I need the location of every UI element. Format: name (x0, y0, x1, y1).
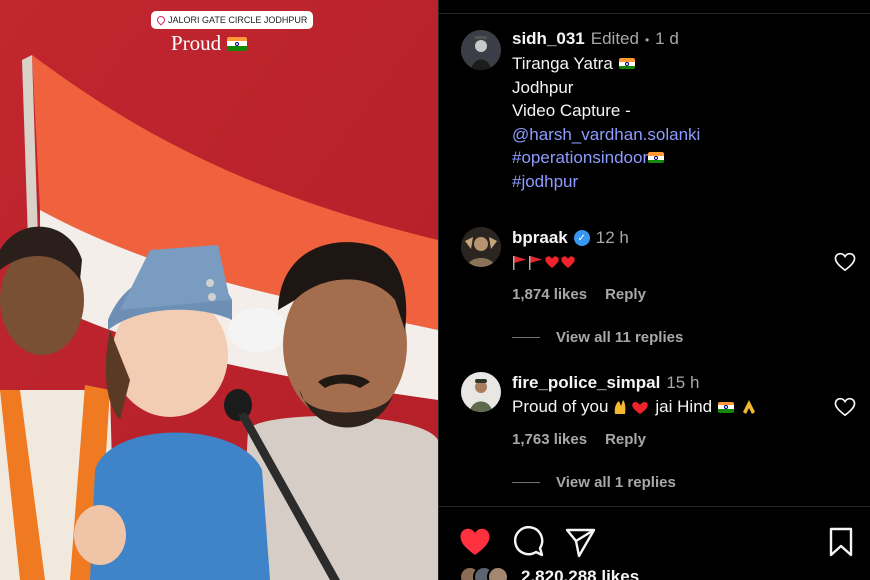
caption-line: Video Capture - (512, 99, 852, 123)
author-username[interactable]: sidh_031 (512, 29, 585, 49)
folded-hands-emoji-icon (743, 400, 756, 414)
caption-line: #operationsindoor (512, 146, 852, 170)
caption-line: Jodhpur (512, 76, 852, 100)
like-comment-heart-icon[interactable] (834, 397, 856, 417)
comment-time[interactable]: 15 h (666, 373, 699, 393)
india-flag-icon (648, 152, 665, 164)
caption-line: #jodhpur (512, 170, 852, 194)
post-caption: sidh_031 Edited • 1 d Tiranga Yatra Jodh… (512, 29, 852, 193)
bookmark-icon (829, 527, 853, 557)
mention-link[interactable]: @harsh_vardhan.solanki (512, 123, 700, 147)
hashtag-link[interactable]: #operationsindoor (512, 146, 648, 170)
comment: fire_police_simpal 15 h Proud of you jai… (512, 372, 832, 448)
india-flag-icon (718, 401, 735, 413)
location-sticker[interactable]: JALORI GATE CIRCLE JODHPUR (151, 11, 314, 29)
location-sticker-label: JALORI GATE CIRCLE JODHPUR (168, 15, 308, 25)
hashtag-link[interactable]: #jodhpur (512, 170, 578, 194)
location-pin-icon (155, 14, 167, 26)
comment-text: Proud of you jai Hind (512, 396, 832, 418)
commenter-avatar[interactable] (461, 372, 501, 412)
caption-line: @harsh_vardhan.solanki (512, 123, 852, 147)
comment-time[interactable]: 12 h (596, 228, 629, 248)
india-flag-icon (618, 58, 635, 70)
save-button[interactable] (825, 526, 857, 558)
flags-hearts-emoji-icon (513, 256, 575, 270)
likes-summary[interactable]: 2,820,288 likes (459, 566, 639, 580)
like-button[interactable] (459, 526, 491, 558)
overlay-text-label: Proud (171, 31, 222, 55)
replies-dash (512, 482, 540, 483)
author-avatar[interactable] (461, 30, 501, 70)
likes-count[interactable]: 2,820,288 likes (521, 567, 639, 580)
commenter-username[interactable]: fire_police_simpal (512, 373, 660, 393)
india-flag-icon (227, 36, 248, 51)
comment: bpraak ✓ 12 h 1,874 likes Reply (512, 227, 832, 303)
reply-button[interactable]: Reply (605, 431, 646, 448)
comment-likes[interactable]: 1,763 likes (512, 431, 587, 448)
comment-text-start: Proud of you (512, 397, 609, 416)
comments-panel: sidh_031 Edited • 1 d Tiranga Yatra Jodh… (439, 0, 870, 580)
edited-label: Edited (590, 29, 639, 48)
caption-line-text: Jodhpur (512, 77, 574, 97)
replies-dash (512, 337, 540, 338)
comment-text-end: jai Hind (655, 397, 713, 416)
media-overlay-text: Proud (171, 31, 248, 56)
view-replies-button[interactable]: View all 1 replies (512, 474, 676, 491)
comment-bubble-icon (514, 526, 544, 557)
comment-likes[interactable]: 1,874 likes (512, 286, 587, 303)
actions-divider (439, 506, 870, 507)
meta-separator: • (644, 33, 650, 47)
header-divider (439, 13, 870, 14)
video-frame-image (0, 0, 438, 580)
reply-button[interactable]: Reply (605, 286, 646, 303)
share-button[interactable] (564, 526, 596, 558)
view-replies-label[interactable]: View all 11 replies (556, 329, 683, 346)
comment-text (512, 251, 832, 273)
post-media[interactable]: JALORI GATE CIRCLE JODHPUR Proud (0, 0, 438, 580)
commenter-username[interactable]: bpraak (512, 228, 568, 248)
caption-line-text: Video Capture - (512, 101, 631, 120)
liker-avatars (459, 566, 509, 580)
paper-plane-icon (565, 528, 596, 558)
view-replies-label[interactable]: View all 1 replies (556, 474, 676, 491)
liker-avatar (487, 566, 509, 580)
filled-heart-icon (460, 528, 490, 555)
commenter-avatar[interactable] (461, 227, 501, 267)
raised-hands-heart-emoji-icon (615, 400, 649, 414)
caption-line: Tiranga Yatra (512, 52, 852, 76)
caption-line-text: Tiranga Yatra (512, 54, 613, 73)
view-replies-button[interactable]: View all 11 replies (512, 329, 683, 346)
post-time[interactable]: 1 d (655, 29, 679, 49)
comment-button[interactable] (512, 526, 544, 558)
like-comment-heart-icon[interactable] (834, 252, 856, 272)
verified-badge-icon: ✓ (573, 230, 590, 246)
